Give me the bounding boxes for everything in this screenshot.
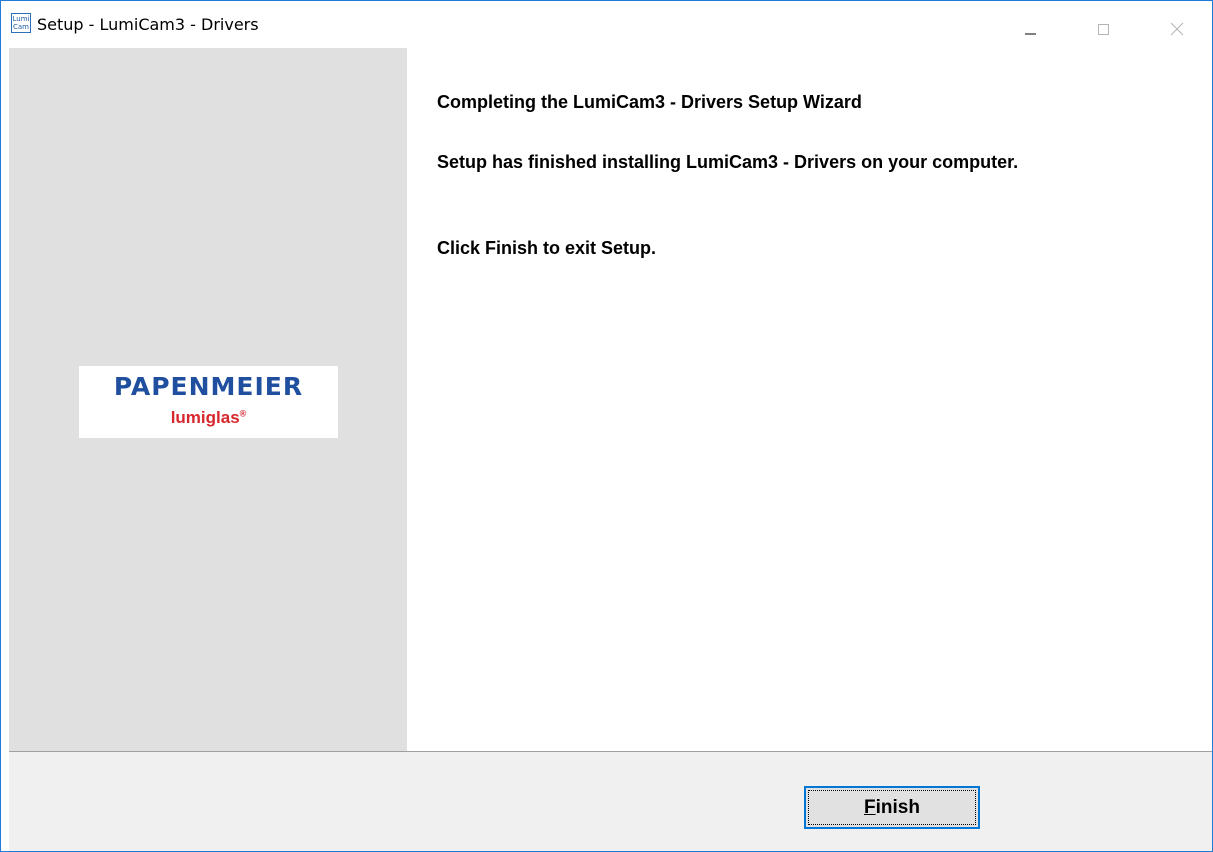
wizard-heading: Completing the LumiCam3 - Drivers Setup … — [437, 92, 862, 112]
finish-button-label: Finish — [806, 797, 978, 819]
close-icon — [1170, 22, 1184, 36]
setup-window: Lumi Cam Setup - LumiCam3 - Drivers PAPE… — [0, 0, 1213, 852]
app-icon-line1: Lumi — [12, 15, 30, 23]
finished-message: Setup has finished installing LumiCam3 -… — [437, 152, 1019, 172]
finish-label-rest: inish — [875, 797, 920, 818]
logo-product-text: lumiglas — [170, 408, 240, 427]
close-button[interactable] — [1154, 1, 1200, 47]
finish-mnemonic: F — [864, 797, 876, 818]
app-icon-line2: Cam — [13, 23, 29, 31]
maximize-icon — [1098, 24, 1109, 35]
window-title: Setup - LumiCam3 - Drivers — [37, 15, 259, 34]
wizard-sidebar-image: PAPENMEIER lumiglas® — [9, 48, 407, 751]
logo-brand-text: PAPENMEIER — [113, 372, 304, 401]
wizard-footer: Finish — [9, 752, 1212, 851]
minimize-icon — [1025, 33, 1036, 35]
wizard-content: Completing the LumiCam3 - Drivers Setup … — [407, 48, 1212, 751]
maximize-button[interactable] — [1081, 1, 1127, 47]
finish-instruction: Click Finish to exit Setup. — [437, 238, 657, 258]
finish-button[interactable]: Finish — [804, 786, 980, 829]
app-icon[interactable]: Lumi Cam — [11, 13, 31, 33]
minimize-button[interactable] — [1007, 1, 1053, 47]
papenmeier-lumiglas-logo: PAPENMEIER lumiglas® — [79, 366, 338, 438]
title-bar[interactable]: Lumi Cam Setup - LumiCam3 - Drivers — [1, 1, 1212, 47]
logo-product: lumiglas® — [79, 408, 338, 428]
registered-mark: ® — [239, 408, 247, 419]
